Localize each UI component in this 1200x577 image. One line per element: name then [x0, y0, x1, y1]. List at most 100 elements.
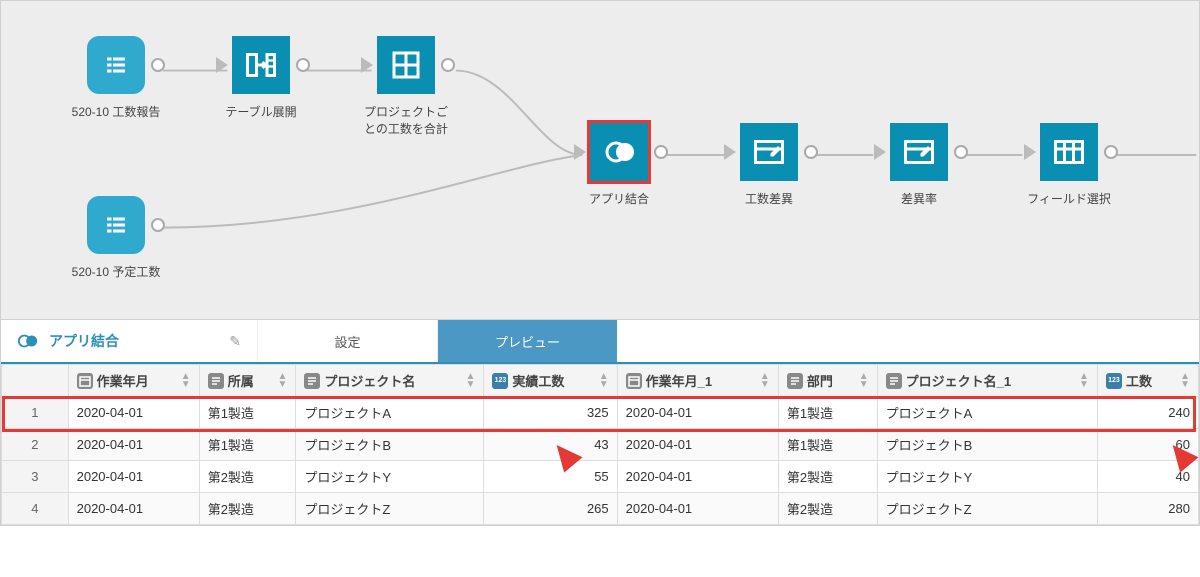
- cell-actual_hours: 55: [484, 461, 617, 493]
- edit-table-icon: [901, 134, 937, 170]
- cell-actual_hours: 265: [484, 493, 617, 525]
- column-label: プロジェクト名: [324, 371, 415, 390]
- input-port[interactable]: [361, 57, 373, 73]
- column-header-hours[interactable]: 123工数 ▲▼: [1097, 365, 1198, 397]
- cell-work_month: 2020-04-01: [68, 397, 199, 429]
- cell-division: 第1製造: [778, 397, 877, 429]
- cell-work_month: 2020-04-01: [68, 429, 199, 461]
- output-port[interactable]: [296, 58, 310, 72]
- node-diff-rate[interactable]: 差異率: [859, 123, 979, 208]
- list-icon: [98, 47, 134, 83]
- panel-header: アプリ結合 ✎ 設定 プレビュー: [1, 320, 1199, 364]
- column-label: 部門: [807, 371, 833, 390]
- sort-icon[interactable]: ▲▼: [181, 373, 191, 389]
- edit-icon[interactable]: ✎: [229, 333, 241, 350]
- table-expand-icon: [243, 47, 279, 83]
- panel-title: アプリ結合: [49, 331, 119, 351]
- node-label: アプリ結合: [589, 191, 649, 208]
- cell-work_month: 2020-04-01: [68, 493, 199, 525]
- cell-project_1: プロジェクトY: [877, 461, 1097, 493]
- node-label: 差異率: [901, 191, 937, 208]
- node-label: 520-10 予定工数: [72, 264, 161, 281]
- input-port[interactable]: [216, 57, 228, 73]
- cell-work_month_1: 2020-04-01: [617, 397, 778, 429]
- cell-project_1: プロジェクトB: [877, 429, 1097, 461]
- column-header-work_month[interactable]: 作業年月 ▲▼: [68, 365, 199, 397]
- text-column-icon: [208, 373, 224, 389]
- node-hours-diff[interactable]: 工数差異: [709, 123, 829, 208]
- node-source-report[interactable]: 520-10 工数報告: [56, 36, 176, 121]
- table-row[interactable]: 22020-04-01第1製造プロジェクトB432020-04-01第1製造プロ…: [2, 429, 1199, 461]
- row-number: 3: [2, 461, 69, 493]
- cell-project: プロジェクトY: [296, 461, 484, 493]
- cell-division: 第2製造: [778, 493, 877, 525]
- output-port[interactable]: [151, 218, 165, 232]
- preview-table: 作業年月▲▼所属▲▼プロジェクト名▲▼123実績工数▲▼作業年月_1▲▼部門▲▼…: [1, 364, 1199, 525]
- cell-project: プロジェクトA: [296, 397, 484, 429]
- num-column-icon: 123: [1106, 373, 1122, 389]
- flow-canvas[interactable]: 520-10 工数報告 520-10 予定工数 テーブル展開 プロジェクトご と…: [0, 0, 1200, 320]
- column-header-project[interactable]: プロジェクト名 ▲▼: [296, 365, 484, 397]
- output-port[interactable]: [441, 58, 455, 72]
- output-port[interactable]: [1104, 145, 1118, 159]
- column-header-project_1[interactable]: プロジェクト名_1 ▲▼: [877, 365, 1097, 397]
- input-port[interactable]: [874, 144, 886, 160]
- join-icon: [601, 134, 637, 170]
- node-table-expand[interactable]: テーブル展開: [201, 36, 321, 121]
- column-label: 作業年月: [97, 371, 149, 390]
- list-icon: [98, 207, 134, 243]
- sort-icon[interactable]: ▲▼: [466, 373, 476, 389]
- text-column-icon: [886, 373, 902, 389]
- rownum-header: [2, 365, 69, 397]
- column-header-dept[interactable]: 所属 ▲▼: [199, 365, 296, 397]
- column-label: 所属: [228, 371, 254, 390]
- cell-project_1: プロジェクトA: [877, 397, 1097, 429]
- cell-dept: 第1製造: [199, 397, 296, 429]
- cell-work_month: 2020-04-01: [68, 461, 199, 493]
- node-aggregate[interactable]: プロジェクトご との工数を合計: [346, 36, 466, 138]
- output-port[interactable]: [954, 145, 968, 159]
- input-port[interactable]: [1024, 144, 1036, 160]
- detail-panel: アプリ結合 ✎ 設定 プレビュー 作業年月▲▼所属▲▼プロジェクト名▲▼123実…: [0, 320, 1200, 526]
- sort-icon[interactable]: ▲▼: [277, 373, 287, 389]
- edit-table-icon: [751, 134, 787, 170]
- column-header-work_month_1[interactable]: 作業年月_1▲▼: [617, 365, 778, 397]
- cell-dept: 第2製造: [199, 493, 296, 525]
- table-row[interactable]: 32020-04-01第2製造プロジェクトY552020-04-01第2製造プロ…: [2, 461, 1199, 493]
- node-app-join[interactable]: アプリ結合: [559, 123, 679, 208]
- output-port[interactable]: [804, 145, 818, 159]
- cell-hours: 240: [1097, 397, 1198, 429]
- cell-division: 第2製造: [778, 461, 877, 493]
- join-icon: [17, 333, 39, 349]
- node-label: テーブル展開: [225, 104, 296, 121]
- tab-preview[interactable]: プレビュー: [437, 320, 617, 362]
- sort-icon[interactable]: ▲▼: [599, 373, 609, 389]
- table-row[interactable]: 12020-04-01第1製造プロジェクトA3252020-04-01第1製造プ…: [2, 397, 1199, 429]
- sort-icon[interactable]: ▲▼: [1180, 373, 1190, 389]
- table-row[interactable]: 42020-04-01第2製造プロジェクトZ2652020-04-01第2製造プ…: [2, 493, 1199, 525]
- sort-icon[interactable]: ▲▼: [1079, 373, 1089, 389]
- node-field-select[interactable]: フィールド選択: [1009, 123, 1129, 208]
- column-header-division[interactable]: 部門 ▲▼: [778, 365, 877, 397]
- date-column-icon: [626, 373, 642, 389]
- output-port[interactable]: [151, 58, 165, 72]
- cell-hours: 40: [1097, 461, 1198, 493]
- column-label: 工数: [1126, 371, 1152, 390]
- input-port[interactable]: [724, 144, 736, 160]
- sort-icon[interactable]: ▲▼: [859, 373, 869, 389]
- node-source-planned[interactable]: 520-10 予定工数: [56, 196, 176, 281]
- column-label: プロジェクト名_1: [906, 371, 1011, 390]
- cell-project_1: プロジェクトZ: [877, 493, 1097, 525]
- node-label: 工数差異: [745, 191, 793, 208]
- text-column-icon: [304, 373, 320, 389]
- row-number: 2: [2, 429, 69, 461]
- column-header-actual_hours[interactable]: 123実績工数▲▼: [484, 365, 617, 397]
- cell-project: プロジェクトZ: [296, 493, 484, 525]
- text-column-icon: [787, 373, 803, 389]
- input-port[interactable]: [574, 144, 586, 160]
- tab-settings[interactable]: 設定: [257, 320, 437, 362]
- output-port[interactable]: [654, 145, 668, 159]
- node-label: 520-10 工数報告: [72, 104, 161, 121]
- sort-icon[interactable]: ▲▼: [760, 373, 770, 389]
- cell-work_month_1: 2020-04-01: [617, 461, 778, 493]
